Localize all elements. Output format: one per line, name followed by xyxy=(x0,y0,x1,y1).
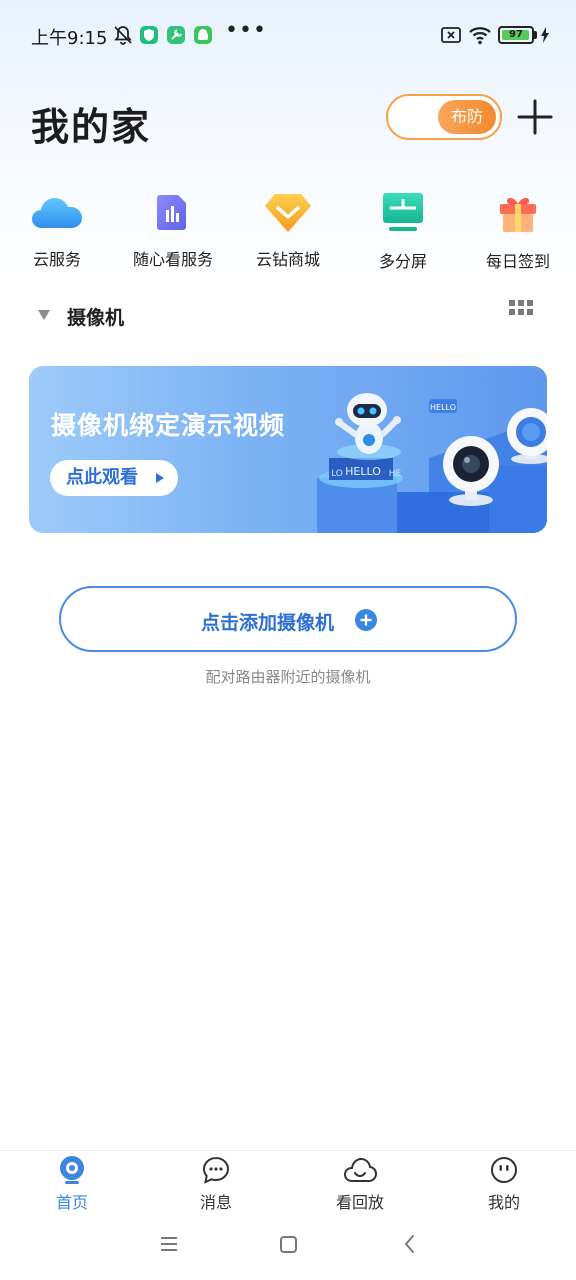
add-camera-hint: 配对路由器附近的摄像机 xyxy=(205,668,371,686)
banner-title: 摄像机绑定演示视频 xyxy=(51,411,286,440)
diamond-icon xyxy=(265,194,311,232)
tab-profile-label: 我的 xyxy=(487,1193,520,1212)
watch-now-label: 点此观看 xyxy=(66,467,138,488)
collapse-arrow-icon[interactable] xyxy=(37,309,51,321)
gift-icon xyxy=(500,198,536,232)
battery-text: 97 xyxy=(509,29,523,40)
quick-action-label: 每日签到 xyxy=(485,252,550,271)
home-square-icon[interactable] xyxy=(280,1236,297,1253)
tab-home-label: 首页 xyxy=(55,1193,88,1212)
arm-toggle-label: 布防 xyxy=(438,100,496,134)
tab-profile[interactable]: 我的 xyxy=(454,1151,554,1221)
quick-action-daily-checkin[interactable]: 每日签到 xyxy=(468,190,568,272)
tab-playback-label: 看回放 xyxy=(335,1193,384,1212)
profile-icon xyxy=(491,1157,517,1183)
he-text: HE xyxy=(389,469,402,479)
mute-bell-icon xyxy=(114,26,132,45)
charging-icon xyxy=(541,27,549,43)
play-arrow-icon xyxy=(156,473,164,483)
add-camera-label: 点击添加摄像机 xyxy=(201,612,335,634)
tab-home[interactable]: 首页 xyxy=(22,1151,122,1221)
back-icon[interactable] xyxy=(405,1235,414,1253)
shield-app-icon xyxy=(140,26,158,44)
quick-action-label: 云钻商城 xyxy=(255,250,320,269)
tools-app-icon xyxy=(167,26,185,44)
section-title[interactable]: 摄像机 xyxy=(67,303,124,330)
page-title: 我的家 xyxy=(31,105,152,149)
lo-text: LO xyxy=(331,469,343,479)
status-bar: 上午9:15 ••• 97 xyxy=(0,0,576,70)
split-screen-icon xyxy=(383,193,423,231)
android-app-icon xyxy=(194,26,212,44)
plus-icon[interactable] xyxy=(516,98,554,136)
wifi-icon xyxy=(469,27,491,45)
battery-nub xyxy=(534,31,537,39)
quick-action-label: 随心看服务 xyxy=(132,250,213,269)
message-icon xyxy=(202,1156,230,1184)
system-navigation-bar xyxy=(161,1235,414,1253)
status-time: 上午9:15 xyxy=(31,28,108,49)
tab-messages-label: 消息 xyxy=(199,1193,232,1212)
menu-icon[interactable] xyxy=(161,1237,177,1251)
quick-action-multi-screen[interactable]: 多分屏 xyxy=(353,190,453,272)
more-dots-icon: ••• xyxy=(225,18,267,43)
add-camera-button[interactable]: 点击添加摄像机 xyxy=(59,586,517,652)
home-camera-icon xyxy=(60,1156,84,1184)
quick-action-watch-service[interactable]: 随心看服务 xyxy=(123,190,223,270)
watch-now-button[interactable]: 点此观看 xyxy=(50,460,178,496)
hello-bubble-text: HELLO xyxy=(430,403,456,412)
quick-action-cloud-service[interactable]: 云服务 xyxy=(7,190,107,270)
quick-action-label: 云服务 xyxy=(32,250,81,269)
tab-playback[interactable]: 看回放 xyxy=(310,1151,410,1221)
arm-toggle[interactable]: 布防 xyxy=(386,94,502,140)
tutorial-banner[interactable]: 摄像机绑定演示视频 点此观看 HELLO LO HE HELLO xyxy=(29,366,547,533)
battery-icon: 97 xyxy=(498,26,534,44)
add-circle-icon xyxy=(355,609,377,631)
cloud-icon xyxy=(32,198,82,228)
quick-action-diamond-mall[interactable]: 云钻商城 xyxy=(238,190,338,270)
sim-off-icon xyxy=(441,27,461,43)
bottom-nav: 首页 消息 看回放 我的 xyxy=(0,1150,576,1220)
hello-text: HELLO xyxy=(345,465,381,478)
chart-doc-icon xyxy=(157,195,186,230)
robot-camera-illustration: HELLO LO HE HELLO xyxy=(317,393,547,533)
grid-view-icon[interactable] xyxy=(509,300,533,316)
tab-messages[interactable]: 消息 xyxy=(166,1151,266,1221)
quick-action-label: 多分屏 xyxy=(378,252,427,271)
cloud-playback-icon xyxy=(343,1157,377,1182)
